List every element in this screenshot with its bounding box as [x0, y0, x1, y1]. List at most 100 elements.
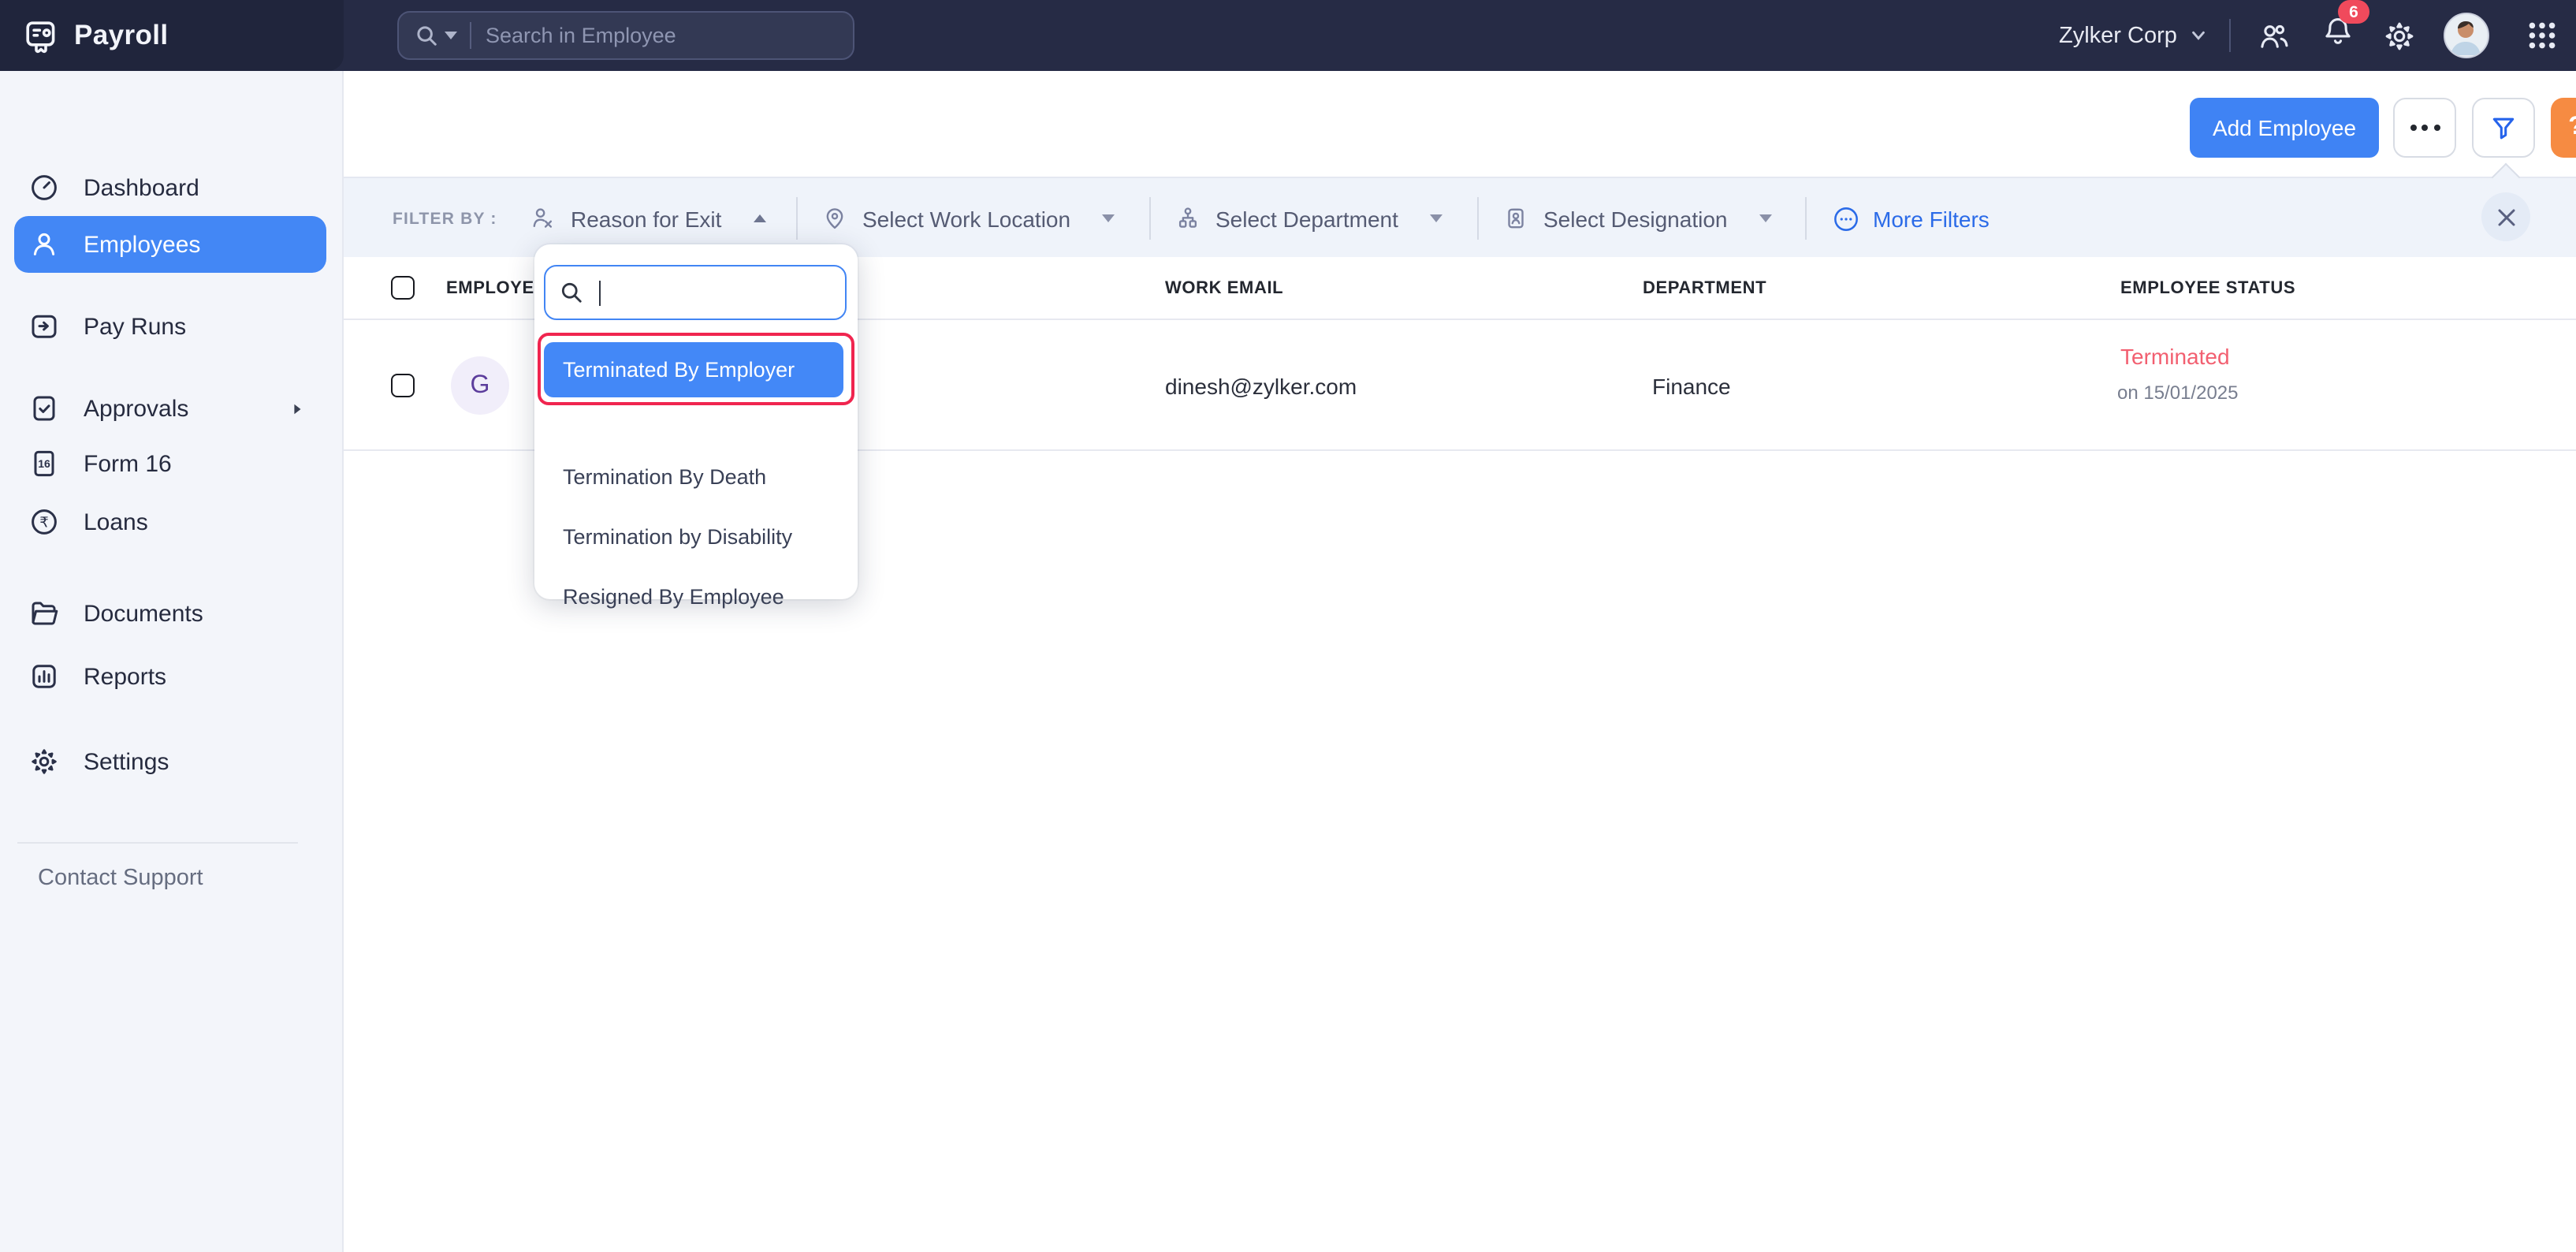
- dropdown-option-termination-by-death[interactable]: Termination By Death: [563, 465, 766, 489]
- chevron-right-icon: [290, 401, 304, 415]
- more-options-button[interactable]: [2393, 98, 2456, 158]
- sidebar-item-label: Approvals: [84, 395, 188, 422]
- reports-icon: [28, 661, 60, 692]
- caret-down-icon: [1759, 214, 1772, 222]
- payroll-app: Payroll Zylker Corp: [0, 0, 2576, 1252]
- status-date: on 15/01/2025: [2117, 382, 2239, 404]
- org-switcher[interactable]: Zylker Corp: [2059, 0, 2207, 71]
- filter-designation[interactable]: Select Designation: [1502, 178, 1772, 259]
- org-chart-icon: [1174, 205, 1201, 232]
- caret-down-icon: [1102, 214, 1115, 222]
- filter-button[interactable]: [2472, 98, 2535, 158]
- sidebar-item-loans[interactable]: ₹ Loans: [14, 495, 326, 549]
- select-all-checkbox[interactable]: [391, 276, 415, 300]
- sidebar-item-settings[interactable]: Settings: [14, 735, 326, 788]
- sidebar-item-label: Employees: [84, 231, 200, 258]
- pay-runs-icon: [28, 311, 60, 342]
- sidebar-item-label: Documents: [84, 600, 203, 627]
- documents-folder-icon: [28, 598, 60, 629]
- sidebar-item-label: Loans: [84, 509, 148, 535]
- filter-department[interactable]: Select Department: [1174, 178, 1442, 259]
- ellipsis-icon: [2410, 125, 2440, 131]
- apps-grid-icon: [2526, 19, 2559, 52]
- user-avatar[interactable]: [2444, 13, 2489, 58]
- filter-label: Select Department: [1215, 206, 1398, 231]
- caret-down-icon: [1430, 214, 1442, 222]
- employee-avatar: G: [451, 356, 509, 415]
- global-search[interactable]: [397, 11, 854, 60]
- contact-support-link[interactable]: Contact Support: [38, 866, 203, 891]
- payroll-logo-icon: [22, 17, 60, 54]
- sidebar-item-documents[interactable]: Documents: [14, 587, 326, 640]
- dashboard-icon: [28, 172, 60, 203]
- filter-divider: [1805, 197, 1807, 240]
- sidebar: Dashboard Employees Pay Runs Approvals: [0, 71, 344, 1252]
- dropdown-option-terminated-by-employer[interactable]: Terminated By Employer: [544, 342, 843, 397]
- gear-icon: [2382, 18, 2417, 53]
- help-button[interactable]: ?: [2551, 98, 2576, 158]
- sidebar-item-form-16[interactable]: 16 Form 16: [14, 437, 326, 490]
- caret-up-icon: [753, 214, 765, 222]
- sidebar-divider: [17, 842, 298, 844]
- add-employee-button[interactable]: Add Employee: [2190, 98, 2379, 158]
- sidebar-item-label: Dashboard: [84, 174, 199, 201]
- filter-divider: [796, 197, 798, 240]
- col-department: DEPARTMENT: [1643, 257, 1766, 320]
- settings-gear-icon: [28, 746, 60, 777]
- filter-work-location[interactable]: Select Work Location: [821, 178, 1115, 259]
- dropdown-option-resigned-by-employee[interactable]: Resigned By Employee: [563, 585, 784, 609]
- svg-text:16: 16: [38, 457, 50, 470]
- notifications-button[interactable]: 6: [2321, 0, 2355, 71]
- filter-by-label: FILTER BY :: [393, 178, 497, 259]
- filter-label: Select Designation: [1543, 206, 1728, 231]
- filter-divider: [1477, 197, 1479, 240]
- circled-ellipsis-icon: [1832, 204, 1860, 233]
- svg-text:₹: ₹: [39, 514, 48, 531]
- form-16-icon: 16: [28, 448, 60, 479]
- approvals-icon: [28, 393, 60, 424]
- dropdown-search-field[interactable]: [544, 265, 847, 320]
- status-badge: Terminated: [2120, 344, 2230, 369]
- person-x-icon: [530, 205, 557, 232]
- users-icon: [2256, 18, 2291, 53]
- close-icon: [2496, 207, 2515, 226]
- sidebar-item-label: Pay Runs: [84, 313, 186, 340]
- filter-divider: [1149, 197, 1151, 240]
- sidebar-item-dashboard[interactable]: Dashboard: [14, 161, 326, 214]
- settings-button-topbar[interactable]: [2382, 0, 2417, 71]
- more-filters-button[interactable]: More Filters: [1832, 178, 1990, 259]
- col-work-email: WORK EMAIL: [1165, 257, 1283, 320]
- users-button[interactable]: [2256, 0, 2291, 71]
- sidebar-item-reports[interactable]: Reports: [14, 650, 326, 703]
- sidebar-item-approvals[interactable]: Approvals: [14, 382, 326, 435]
- search-scope-caret-icon[interactable]: [445, 32, 457, 39]
- cell-department: Finance: [1652, 374, 1731, 399]
- close-filter-bar-button[interactable]: [2481, 192, 2530, 241]
- filter-label: Reason for Exit: [571, 206, 721, 231]
- apps-grid-button[interactable]: [2526, 0, 2559, 71]
- text-cursor: [599, 280, 601, 305]
- loans-icon: ₹: [28, 506, 60, 538]
- topbar-divider: [2229, 19, 2231, 52]
- row-checkbox[interactable]: [391, 374, 415, 397]
- sidebar-item-label: Reports: [84, 663, 166, 690]
- sidebar-item-pay-runs[interactable]: Pay Runs: [14, 300, 326, 353]
- funnel-icon: [2489, 114, 2518, 142]
- main-content: Exited Employees Add Employee ? FILTER B…: [344, 71, 2576, 1252]
- search-icon: [415, 24, 438, 47]
- filter-label: Select Work Location: [862, 206, 1070, 231]
- sidebar-item-label: Form 16: [84, 450, 172, 477]
- filter-popover-notch: [2492, 163, 2521, 192]
- more-filters-label: More Filters: [1873, 206, 1990, 231]
- col-employee-status: EMPLOYEE STATUS: [2120, 257, 2295, 320]
- avatar-photo: [2445, 14, 2486, 55]
- app-logo[interactable]: Payroll: [0, 0, 344, 71]
- employees-icon: [28, 229, 60, 260]
- search-icon: [560, 281, 583, 304]
- reason-for-exit-dropdown: Terminated By Employer Termination By De…: [534, 244, 858, 599]
- sidebar-item-label: Settings: [84, 748, 169, 775]
- dropdown-option-termination-by-disability[interactable]: Termination by Disability: [563, 525, 792, 549]
- sidebar-item-employees[interactable]: Employees: [14, 216, 326, 273]
- cell-work-email: dinesh@zylker.com: [1165, 374, 1357, 399]
- search-input[interactable]: [471, 24, 853, 47]
